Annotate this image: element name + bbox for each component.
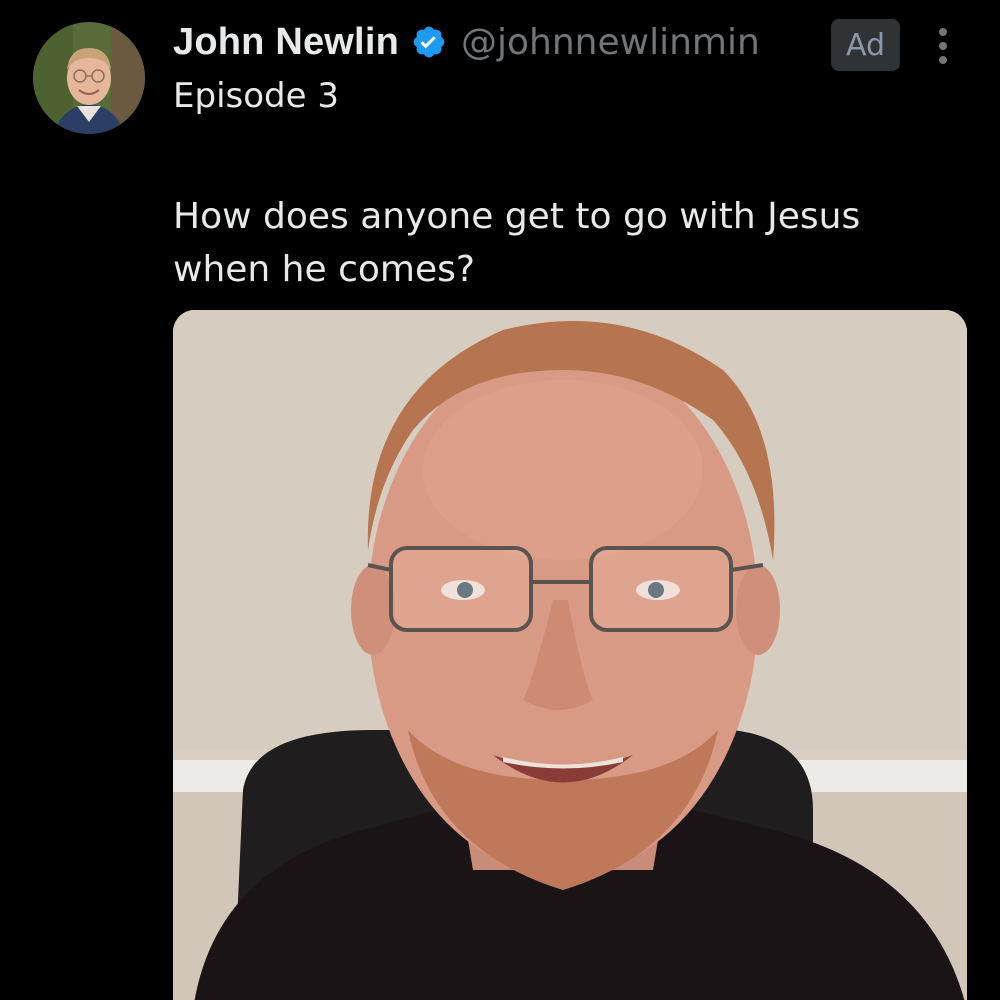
video-player[interactable] <box>173 310 967 1000</box>
post-header: John Newlin @johnnewlinmin <box>173 16 760 68</box>
ad-badge: Ad <box>831 19 900 71</box>
author-handle[interactable]: @johnnewlinmin <box>461 22 760 63</box>
ad-post[interactable]: John Newlin @johnnewlinmin Ad Episode 3 … <box>0 0 1000 1000</box>
author-avatar[interactable] <box>33 22 145 134</box>
avatar-image <box>33 22 145 134</box>
post-text: How does anyone get to go with Jesus whe… <box>173 196 861 290</box>
author-display-name[interactable]: John Newlin <box>173 21 399 64</box>
video-thumbnail <box>173 310 967 1000</box>
verified-badge-icon[interactable] <box>411 24 447 60</box>
post-subtitle: Episode 3 <box>173 76 339 116</box>
more-vertical-icon[interactable] <box>930 24 956 68</box>
